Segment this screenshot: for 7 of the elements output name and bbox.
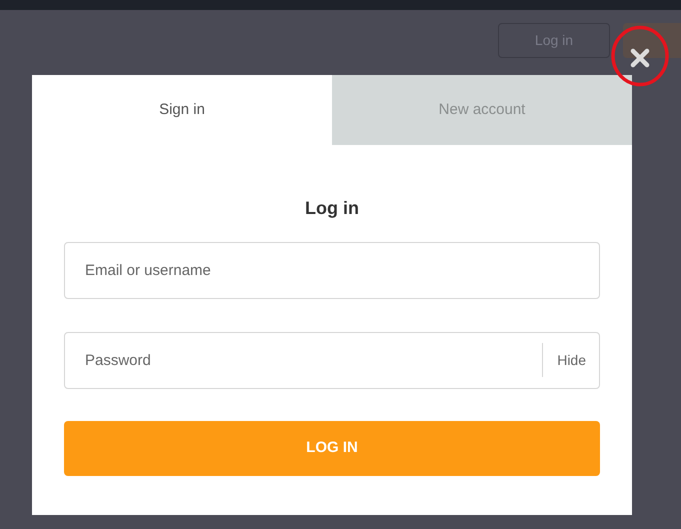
- input-field[interactable]: Email or username: [64, 242, 600, 299]
- hide-password-button[interactable]: Hide: [543, 350, 600, 370]
- modal-title: Log in: [304, 197, 360, 220]
- tab[interactable]: New account: [332, 75, 632, 145]
- annotation-circle: [610, 25, 670, 87]
- login-submit-button[interactable]: LOG IN: [64, 421, 600, 476]
- close-icon: [630, 48, 650, 68]
